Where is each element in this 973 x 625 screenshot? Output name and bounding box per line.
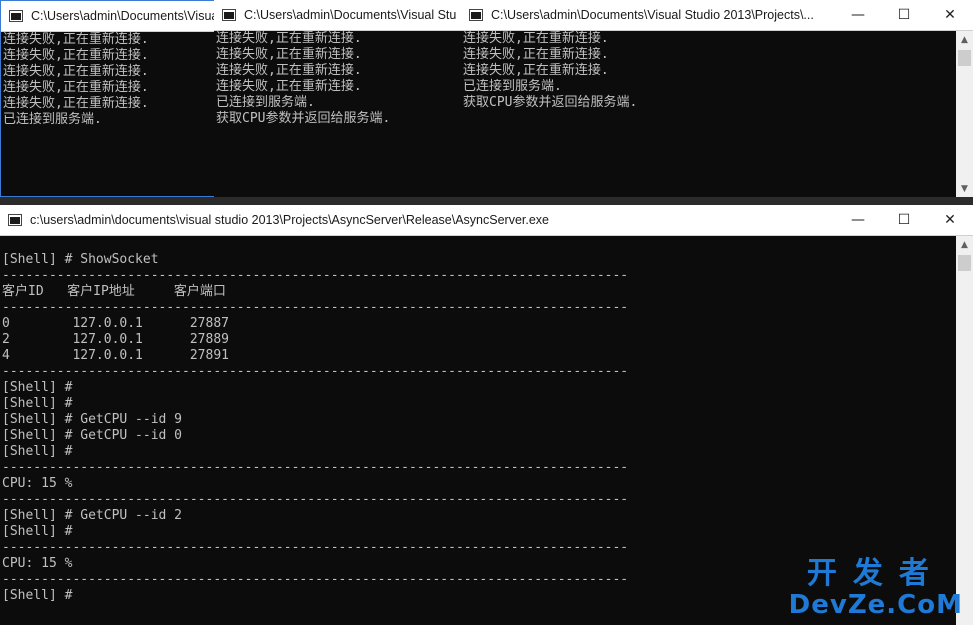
console-line: 0 127.0.0.1 27887 bbox=[2, 316, 229, 331]
window-title: c:\users\admin\documents\visual studio 2… bbox=[30, 213, 549, 227]
console-line: 客户ID 客户IP地址 客户端口 bbox=[2, 284, 226, 299]
console-line: 连接失败,正在重新连接. bbox=[3, 32, 149, 47]
console-line: ----------------------------------------… bbox=[2, 540, 629, 555]
console-line: ----------------------------------------… bbox=[2, 364, 629, 379]
minimize-button[interactable]: — bbox=[835, 205, 881, 235]
console-app-icon bbox=[469, 9, 483, 21]
console-app-icon bbox=[9, 10, 23, 22]
console-app-icon bbox=[8, 214, 22, 226]
console-output: 连接失败,正在重新连接. 连接失败,正在重新连接. 连接失败,正在重新连接. 已连接到… bbox=[461, 31, 956, 197]
console-output: 连接失败,正在重新连接. 连接失败,正在重新连接. 连接失败,正在重新连接. 连接失败… bbox=[214, 31, 476, 197]
console-line: [Shell] # bbox=[2, 380, 73, 395]
console-line: 连接失败,正在重新连接. bbox=[216, 63, 362, 78]
window-title: C:\Users\admin\Documents\Visual Studio 2… bbox=[31, 9, 229, 23]
client-console-window-2[interactable]: C:\Users\admin\Documents\Visual Stu 连接失败… bbox=[214, 0, 476, 197]
console-line: [Shell] # ShowSocket bbox=[2, 252, 159, 267]
scrollbar-thumb[interactable] bbox=[958, 50, 971, 66]
console-line: [Shell] # GetCPU --id 0 bbox=[2, 428, 183, 443]
console-line: 连接失败,正在重新连接. bbox=[216, 31, 362, 46]
console-line: 连接失败,正在重新连接. bbox=[463, 47, 609, 62]
watermark-top-text: 开发者 bbox=[806, 556, 945, 591]
console-line: 连接失败,正在重新连接. bbox=[216, 47, 362, 62]
console-line: 已连接到服务端. bbox=[463, 79, 562, 94]
console-line: ----------------------------------------… bbox=[2, 300, 629, 315]
watermark-bottom-text: DevZe.CoM bbox=[788, 590, 963, 620]
client-console-window-1[interactable]: C:\Users\admin\Documents\Visual Studio 2… bbox=[0, 0, 230, 197]
close-button[interactable]: ✕ bbox=[927, 0, 973, 30]
console-line: 连接失败,正在重新连接. bbox=[216, 79, 362, 94]
watermark-logo: 开发者 DevZe.CoM bbox=[788, 556, 963, 620]
console-line: 已连接到服务端. bbox=[3, 112, 102, 127]
window-title: C:\Users\admin\Documents\Visual Stu bbox=[244, 8, 457, 22]
console-line: 连接失败,正在重新连接. bbox=[3, 80, 149, 95]
console-line: [Shell] # bbox=[2, 396, 73, 411]
console-line: CPU: 15 % bbox=[2, 476, 73, 491]
console-line: 连接失败,正在重新连接. bbox=[3, 64, 149, 79]
console-line: 获取CPU参数并返回给服务端. bbox=[463, 95, 638, 110]
client-console-window-3[interactable]: C:\Users\admin\Documents\Visual Studio 2… bbox=[461, 0, 973, 197]
scroll-down-arrow-icon[interactable]: ▼ bbox=[956, 180, 973, 197]
maximize-button[interactable]: ☐ bbox=[881, 0, 927, 30]
title-bar[interactable]: C:\Users\admin\Documents\Visual Studio 2… bbox=[461, 0, 973, 31]
title-bar[interactable]: C:\Users\admin\Documents\Visual Studio 2… bbox=[1, 1, 229, 32]
scroll-up-arrow-icon[interactable]: ▲ bbox=[956, 31, 973, 48]
close-button[interactable]: ✕ bbox=[927, 205, 973, 235]
console-line: ----------------------------------------… bbox=[2, 268, 629, 283]
window-title: C:\Users\admin\Documents\Visual Studio 2… bbox=[491, 8, 814, 22]
vertical-scrollbar[interactable]: ▲ ▼ bbox=[956, 31, 973, 197]
server-console-window[interactable]: c:\users\admin\documents\visual studio 2… bbox=[0, 205, 973, 625]
console-line: [Shell] # bbox=[2, 444, 73, 459]
title-bar[interactable]: c:\users\admin\documents\visual studio 2… bbox=[0, 205, 973, 236]
console-line: 已连接到服务端. bbox=[216, 95, 315, 110]
caption-buttons: — ☐ ✕ bbox=[835, 205, 973, 235]
console-line: 连接失败,正在重新连接. bbox=[463, 31, 609, 46]
console-line: 获取CPU参数并返回给服务端. bbox=[216, 111, 391, 126]
scrollbar-thumb[interactable] bbox=[958, 255, 971, 271]
caption-buttons: — ☐ ✕ bbox=[835, 0, 973, 30]
maximize-button[interactable]: ☐ bbox=[881, 205, 927, 235]
console-app-icon bbox=[222, 9, 236, 21]
console-line: ----------------------------------------… bbox=[2, 492, 629, 507]
title-bar[interactable]: C:\Users\admin\Documents\Visual Stu bbox=[214, 0, 476, 31]
console-line: 4 127.0.0.1 27891 bbox=[2, 348, 229, 363]
scroll-up-arrow-icon[interactable]: ▲ bbox=[956, 236, 973, 253]
console-output: 连接失败,正在重新连接. 连接失败,正在重新连接. 连接失败,正在重新连接. 连接失败… bbox=[1, 32, 229, 196]
console-line: 连接失败,正在重新连接. bbox=[463, 63, 609, 78]
console-line: [Shell] # GetCPU --id 9 bbox=[2, 412, 183, 427]
console-line: 2 127.0.0.1 27889 bbox=[2, 332, 229, 347]
console-line: [Shell] # bbox=[2, 524, 73, 539]
minimize-button[interactable]: — bbox=[835, 0, 881, 30]
console-line: ----------------------------------------… bbox=[2, 460, 629, 475]
console-line: 连接失败,正在重新连接. bbox=[3, 48, 149, 63]
console-line: 连接失败,正在重新连接. bbox=[3, 96, 149, 111]
console-line: [Shell] # GetCPU --id 2 bbox=[2, 508, 183, 523]
